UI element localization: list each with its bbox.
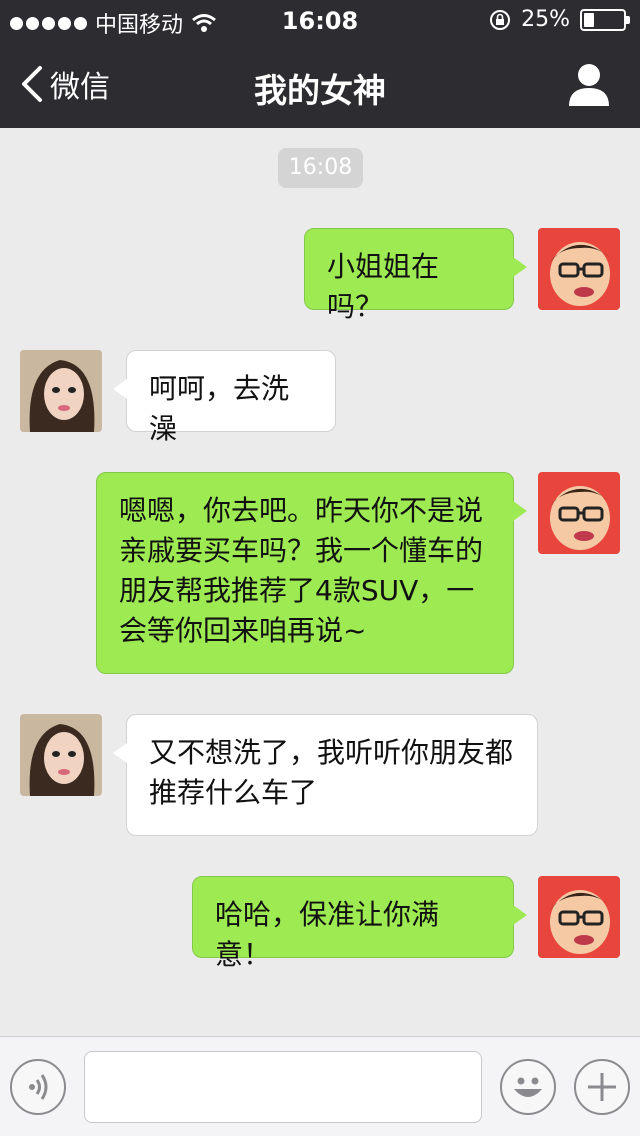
voice-icon [29,1074,48,1100]
my-avatar[interactable] [538,876,620,958]
message-bubble-sent[interactable]: 小姐姐在吗？ [304,228,527,323]
my-avatar[interactable] [538,228,620,310]
emoji-button[interactable] [500,1059,556,1115]
message-bubble-sent[interactable]: 嗯嗯，你去吧。昨天你不是说 亲戚要买车吗？我一个懂车的 朋友帮我推荐了4款SUV… [96,472,527,674]
rotation-lock-icon [490,9,511,30]
contact-avatar[interactable] [20,350,102,432]
voice-input-button[interactable] [10,1059,66,1115]
contact-avatar[interactable] [20,714,102,796]
status-bar: 中国移动 16:08 25% [0,0,640,40]
contact-profile-icon[interactable] [568,62,610,106]
my-avatar[interactable] [538,472,620,554]
more-options-button[interactable] [574,1059,630,1115]
chat-timestamp: 16:08 [278,148,363,188]
status-right: 25% [489,7,630,32]
message-bubble-received[interactable]: 呵呵，去洗澡 [113,350,336,445]
contact-photo [20,714,102,796]
cartoon-face-icon [538,876,620,958]
battery-percent: 25% [521,7,570,32]
smiley-icon [514,1077,542,1097]
cartoon-face-icon [538,228,620,310]
message-bubble-sent[interactable]: 哈哈，保准让你满意！ [192,876,527,971]
battery-level [584,12,594,27]
input-toolbar [0,1036,640,1136]
battery-icon [580,8,630,31]
contact-photo [20,350,102,432]
message-input[interactable] [84,1051,482,1123]
message-bubble-received[interactable]: 又不想洗了，我听听你朋友都 推荐什么车了 [113,714,538,836]
chat-title: 我的女神 [254,71,386,110]
plus-icon [588,1073,616,1101]
nav-bar: 微信 我的女神 [0,40,640,128]
cartoon-face-icon [538,472,620,554]
